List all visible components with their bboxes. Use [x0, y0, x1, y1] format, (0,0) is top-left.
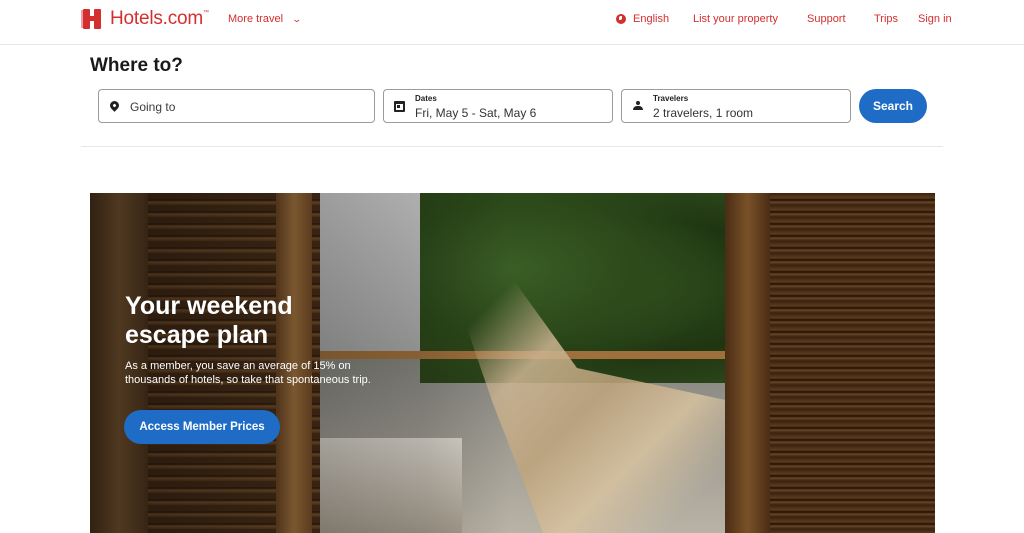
dates-field[interactable]: Dates Fri, May 5 - Sat, May 6: [383, 89, 613, 123]
more-travel-label: More travel: [228, 13, 284, 25]
calendar-icon: [394, 101, 405, 112]
hero-title: Your weekend escape plan: [125, 292, 293, 349]
search-button[interactable]: Search: [859, 89, 927, 123]
hero-shutter-right: [770, 193, 935, 533]
more-travel-menu[interactable]: More travel ⌄: [228, 13, 303, 25]
travelers-field[interactable]: Travelers 2 travelers, 1 room: [621, 89, 851, 123]
globe-icon: [616, 14, 626, 24]
hotels-logo-icon: [81, 9, 101, 29]
hero-post-right: [725, 193, 770, 533]
destination-placeholder: Going to: [130, 100, 176, 114]
sign-in-link[interactable]: Sign in: [918, 13, 952, 25]
support-link[interactable]: Support: [807, 13, 846, 25]
chevron-down-icon: ⌄: [291, 13, 303, 24]
language-label: English: [633, 13, 670, 25]
travelers-label: Travelers: [653, 94, 689, 103]
list-property-link[interactable]: List your property: [693, 13, 778, 25]
hero-banner: Your weekend escape plan As a member, yo…: [90, 193, 935, 533]
trips-link[interactable]: Trips: [874, 13, 898, 25]
search-heading: Where to?: [90, 55, 183, 76]
brand-name: Hotels.com™: [110, 8, 209, 29]
dates-label: Dates: [415, 94, 437, 103]
access-member-prices-button[interactable]: Access Member Prices: [124, 410, 280, 444]
language-selector[interactable]: English: [616, 13, 669, 25]
person-icon: [633, 101, 643, 111]
hero-body: As a member, you save an average of 15% …: [125, 360, 371, 386]
section-divider: [81, 146, 943, 147]
destination-input[interactable]: Going to: [98, 89, 375, 123]
top-header: Hotels.com™ More travel ⌄ English List y…: [0, 0, 1024, 45]
dates-value: Fri, May 5 - Sat, May 6: [415, 106, 537, 120]
location-pin-icon: [108, 99, 121, 112]
brand-logo[interactable]: Hotels.com™: [81, 8, 209, 30]
travelers-value: 2 travelers, 1 room: [653, 106, 754, 120]
